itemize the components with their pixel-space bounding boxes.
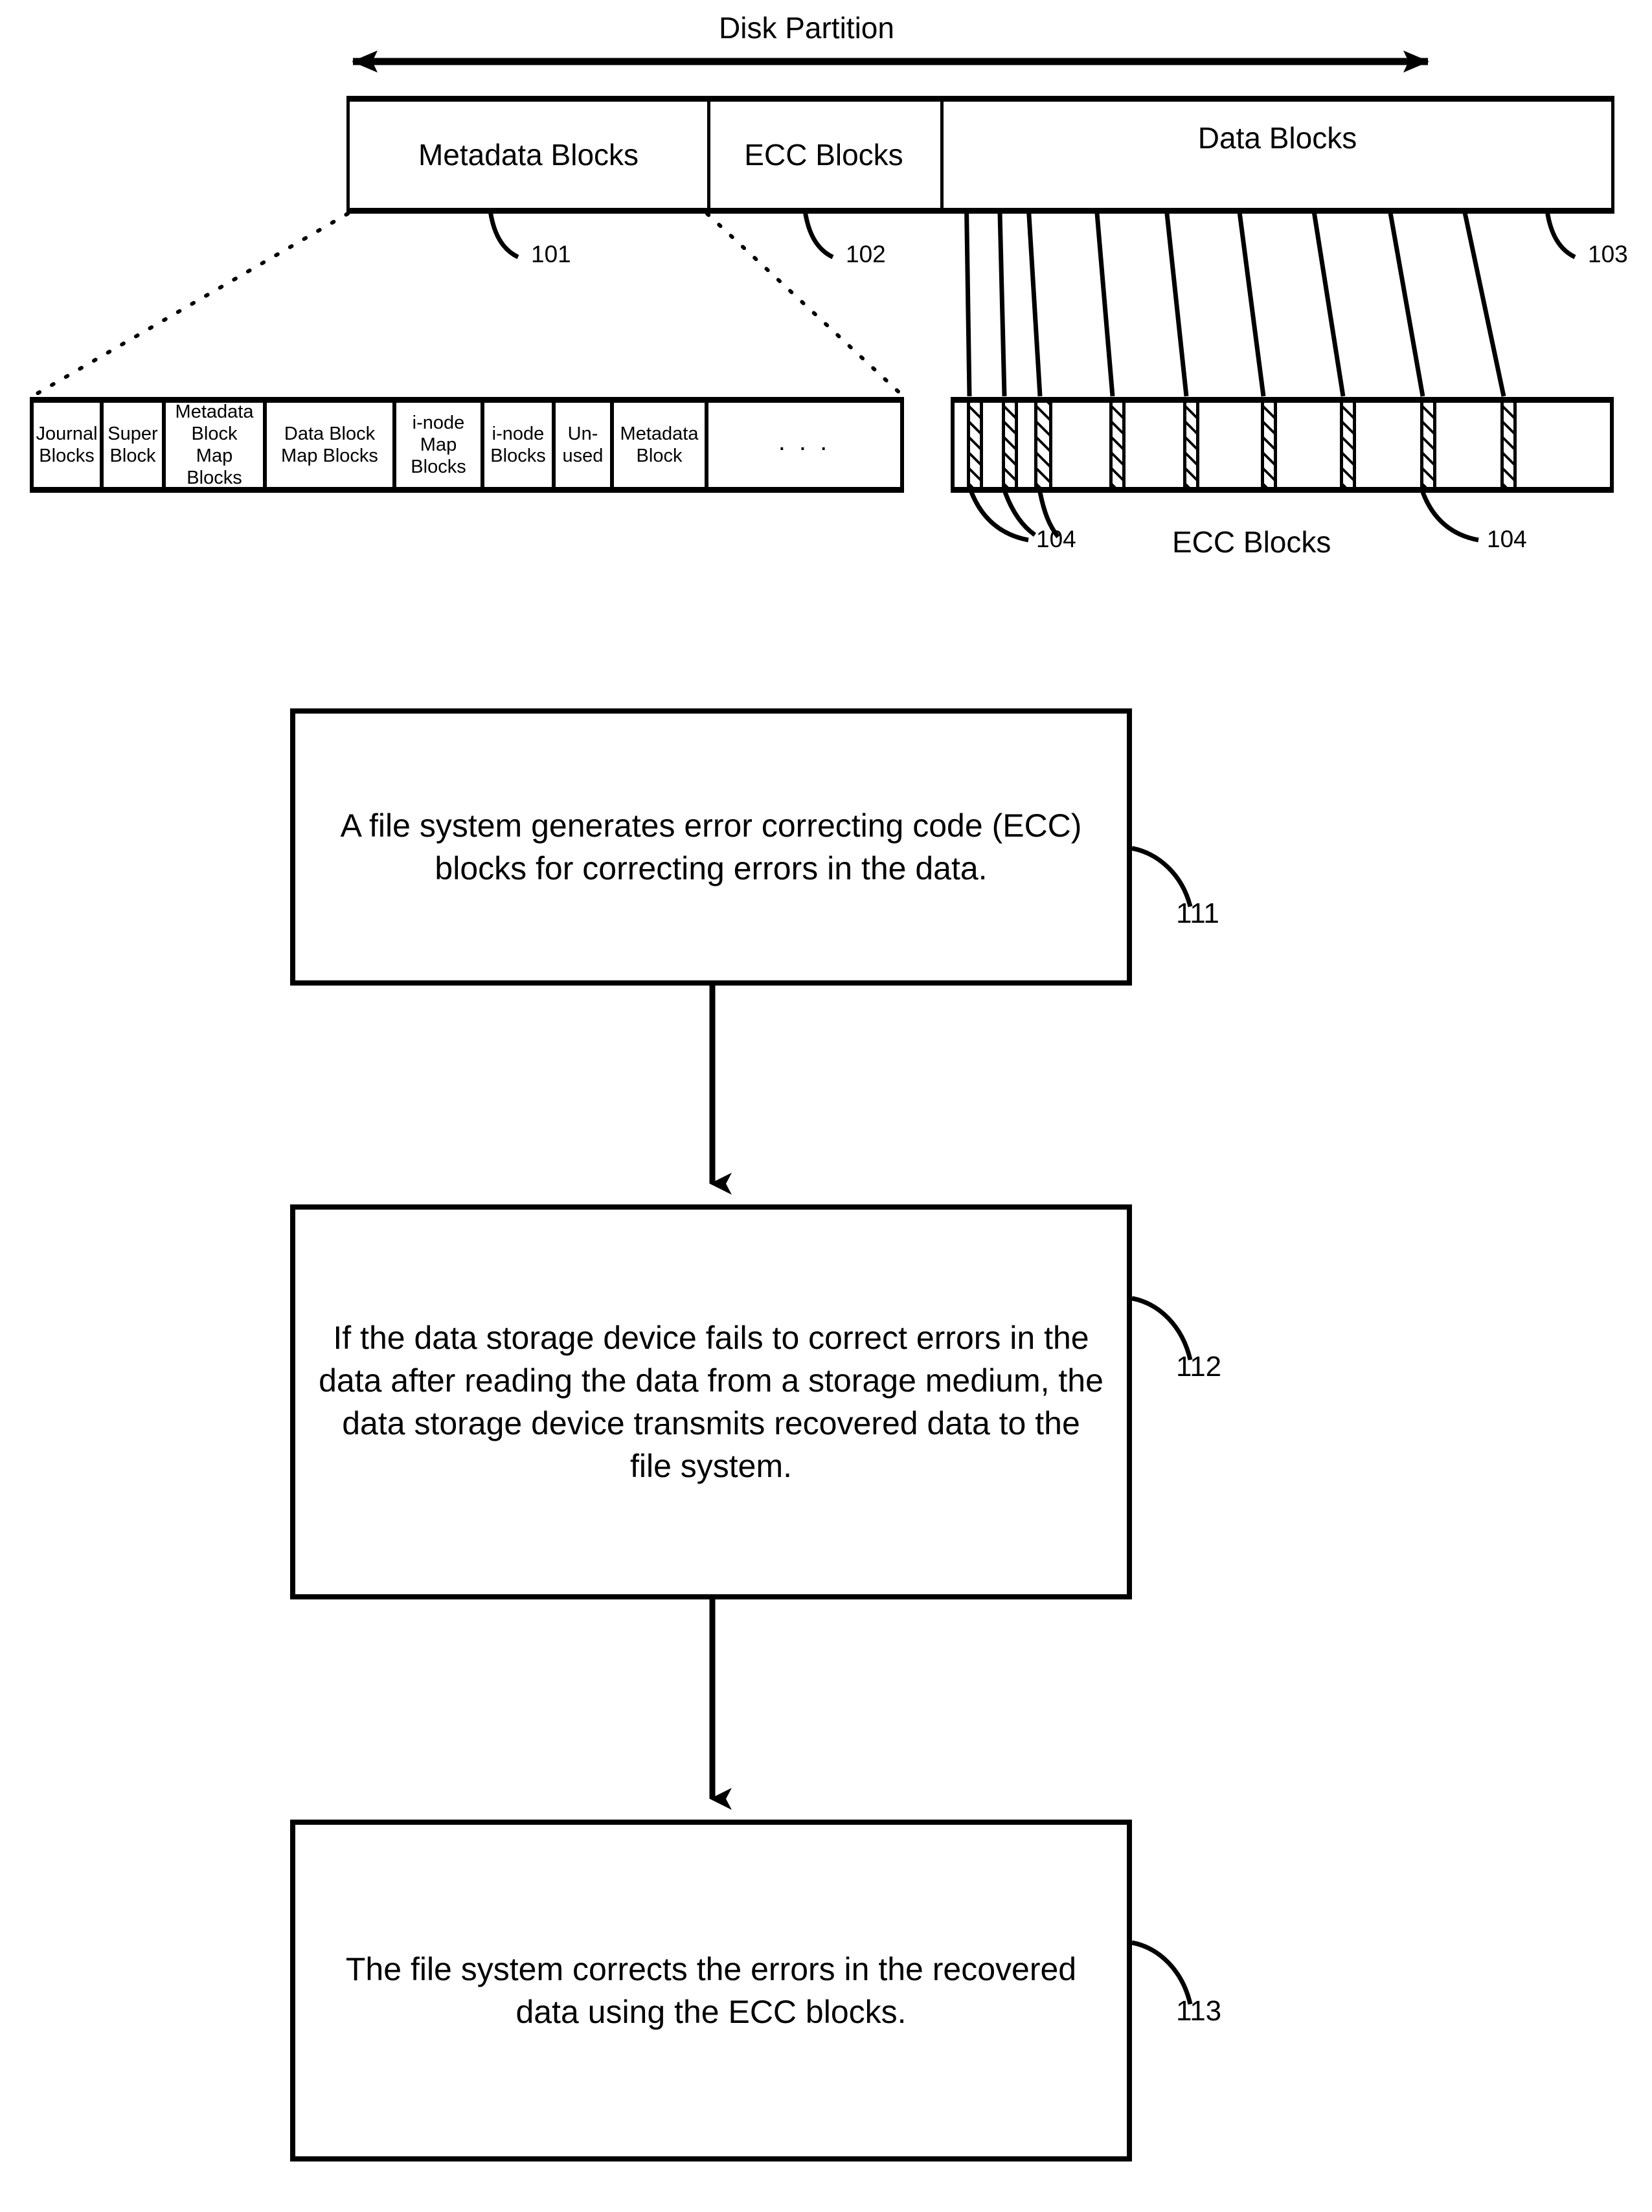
flow-step-text: If the data storage device fails to corr… — [319, 1320, 1103, 1484]
flow-step-box-112: If the data storage device fails to corr… — [290, 1204, 1132, 1599]
metadata-cell-label: Data Block Map Blocks — [281, 423, 378, 466]
flow-step-text: The file system corrects the errors in t… — [345, 1951, 1077, 2030]
metadata-cell-label: Un- used — [562, 423, 604, 466]
metadata-cell-label: Metadata Block Map Blocks — [175, 401, 254, 489]
ecc-block — [1183, 403, 1199, 487]
ref-103: 103 — [1588, 241, 1628, 267]
ecc-block — [1340, 403, 1356, 487]
ecc-block — [1034, 403, 1052, 487]
segment-label-ecc-blocks: ECC Blocks — [744, 137, 903, 172]
metadata-cell-journal-blocks: Journal Blocks — [34, 403, 104, 487]
leader-101 — [488, 210, 519, 260]
segment-label-metadata-blocks: Metadata Blocks — [418, 137, 639, 172]
ecc-blocks-caption: ECC Blocks — [1172, 525, 1331, 559]
ecc-block — [967, 403, 983, 487]
metadata-cell-data-block-map-blocks: Data Block Map Blocks — [267, 403, 396, 487]
metadata-cell-inode-map-blocks: i-node Map Blocks — [396, 403, 484, 487]
disk-partition-label: Disk Partition — [719, 11, 894, 45]
flow-step-box-111: A file system generates error correcting… — [290, 708, 1132, 986]
ecc-block — [1500, 403, 1517, 487]
ecc-blocks-strip — [951, 397, 1614, 493]
metadata-cell-label: i-node Blocks — [490, 423, 546, 466]
segment-label-data-blocks: Data Blocks — [1197, 120, 1357, 155]
flow-step-box-113: The file system corrects the errors in t… — [290, 1820, 1132, 2161]
metadata-cell-ellipsis: . . . — [708, 403, 900, 487]
leader-104-right — [1420, 491, 1479, 543]
metadata-cell-label: i-node Map Blocks — [411, 412, 466, 478]
metadata-cell-unused: Un- used — [556, 403, 614, 487]
metadata-cell-metadata-block-map-blocks: Metadata Block Map Blocks — [166, 401, 267, 489]
ref-102: 102 — [846, 241, 886, 267]
ecc-block — [1002, 403, 1018, 487]
leader-103 — [1545, 210, 1576, 260]
ref-104-left: 104 — [1036, 526, 1076, 552]
figure-page: Disk Partition Metadata Blocks ECC Block… — [0, 0, 1652, 2212]
metadata-expansion-guides — [30, 212, 905, 398]
metadata-cell-super-block: Super Block — [104, 403, 166, 487]
metadata-cell-label: Journal Blocks — [36, 423, 98, 466]
metadata-cell-label: . . . — [778, 427, 831, 457]
ref-104-right: 104 — [1487, 526, 1527, 552]
metadata-cell-inode-blocks: i-node Blocks — [484, 403, 556, 487]
ref-101: 101 — [531, 241, 571, 267]
ecc-block — [1261, 403, 1277, 487]
metadata-detail-row: Journal Blocks Super Block Metadata Bloc… — [30, 397, 904, 493]
ref-112: 112 — [1176, 1351, 1222, 1382]
metadata-cell-label: Super Block — [107, 423, 158, 466]
ref-113: 113 — [1176, 1995, 1222, 2027]
ecc-block — [1109, 403, 1126, 487]
leader-102 — [802, 210, 834, 260]
metadata-cell-label: Metadata Block — [620, 423, 699, 466]
metadata-cell-metadata-block: Metadata Block — [614, 403, 708, 487]
flow-step-text: A file system generates error correcting… — [340, 807, 1082, 886]
ecc-block — [1420, 403, 1436, 487]
ref-111: 111 — [1176, 897, 1219, 929]
flow-connector-2-3 — [709, 1599, 732, 1810]
